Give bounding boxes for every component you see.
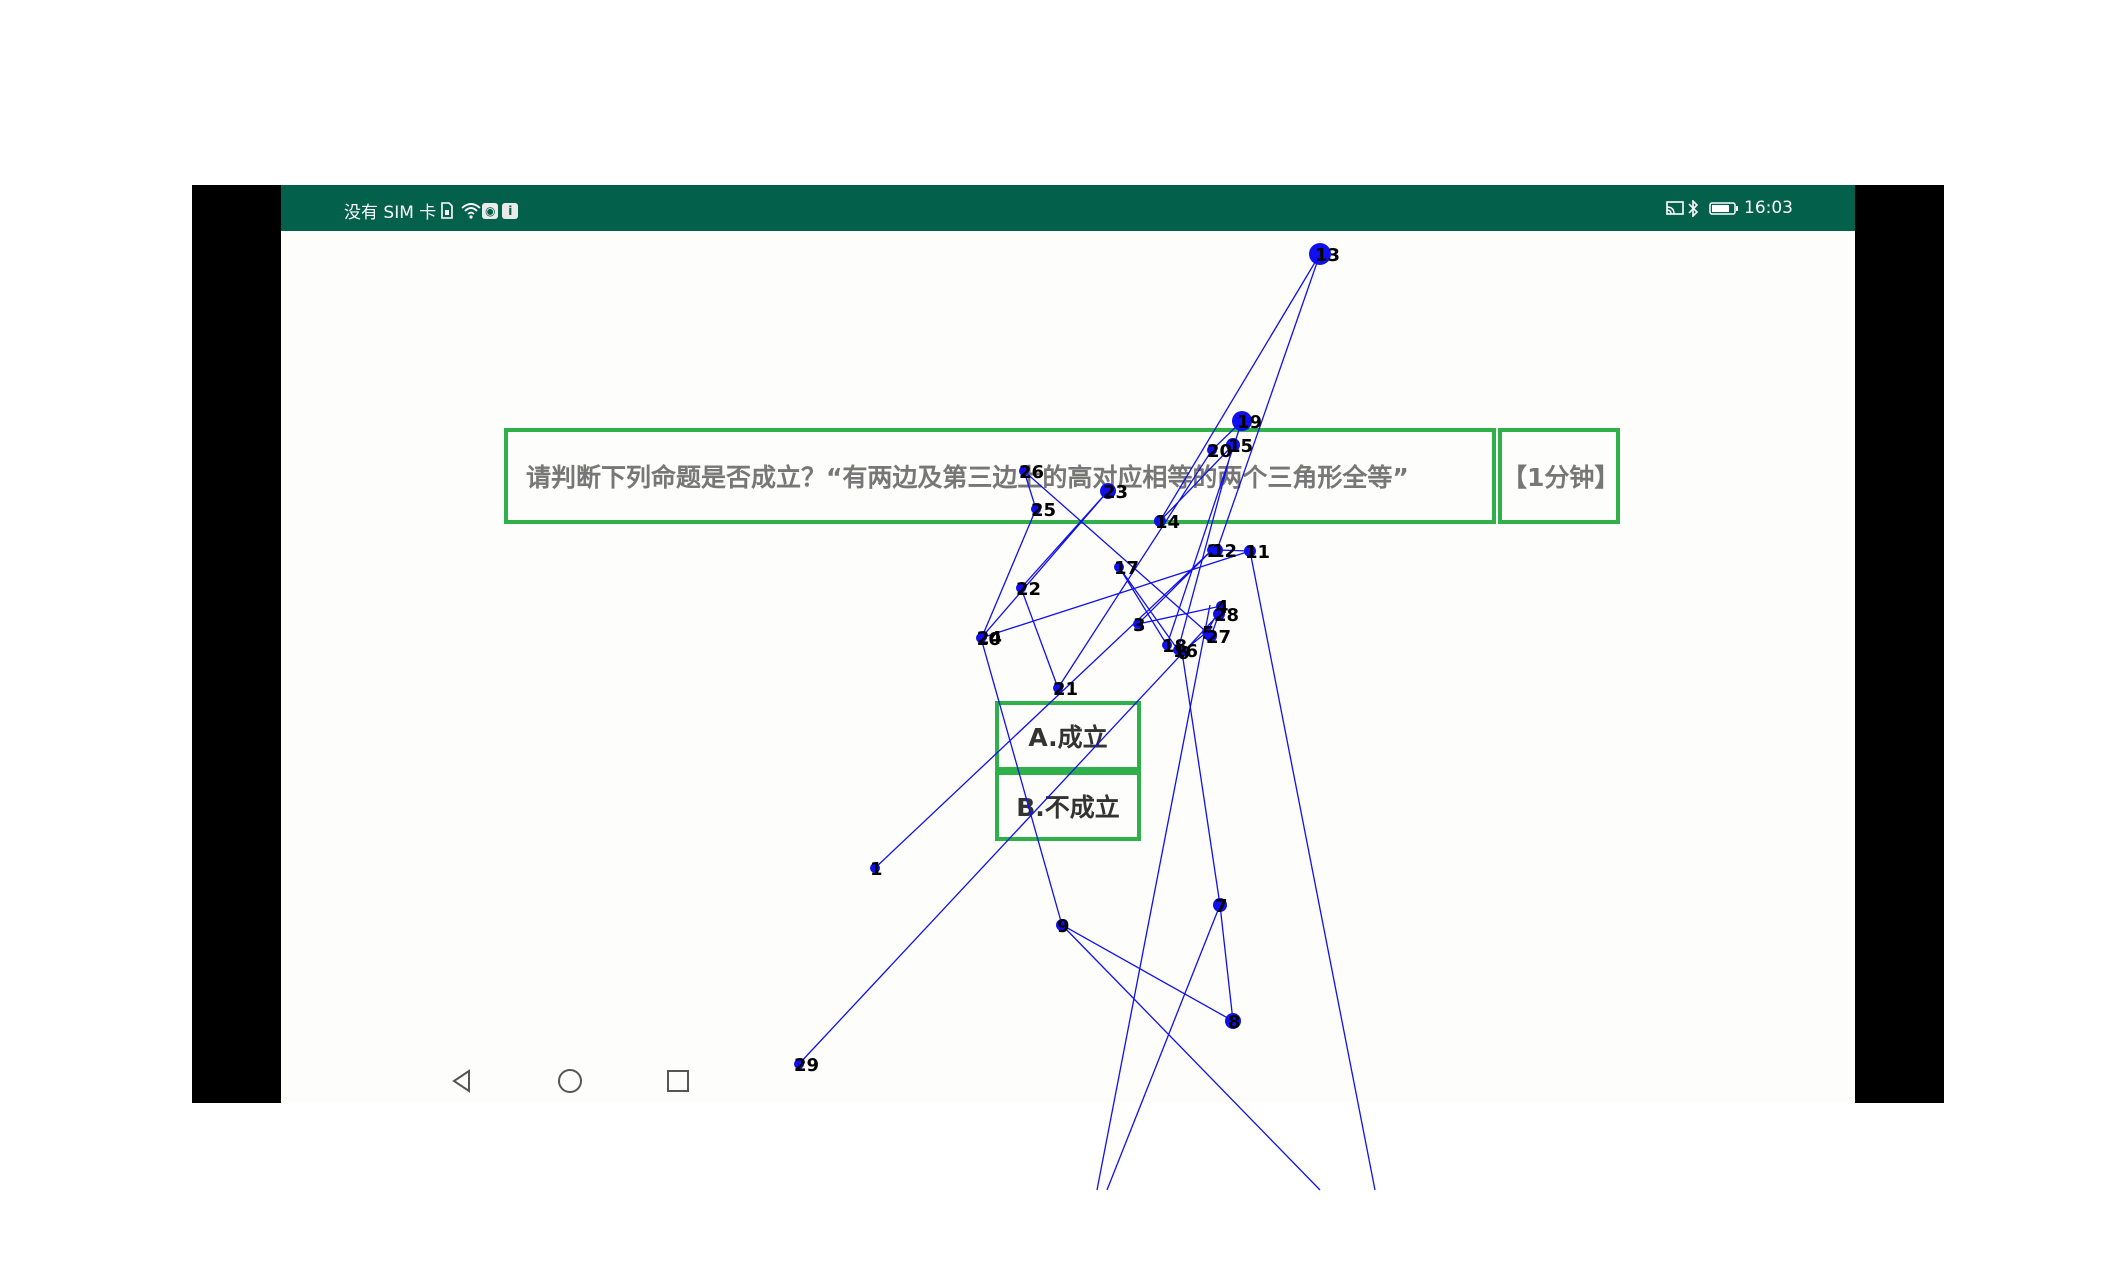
time-limit-box: 【1分钟】 (1498, 428, 1620, 524)
option-a-label: A.成立 (1028, 723, 1108, 752)
sim-card-icon (440, 202, 457, 219)
option-b-button[interactable]: B.不成立 (995, 771, 1141, 841)
device-frame: 没有 SIM 卡 ◉ i 16:03 请判断下列命题是否成立？“有两边及第三边上… (192, 185, 1944, 1103)
status-right: 16:03 (1665, 198, 1793, 218)
option-b-label: B.不成立 (1016, 793, 1120, 822)
navigation-bar (281, 1055, 1855, 1103)
status-time: 16:03 (1744, 198, 1793, 218)
status-left: 没有 SIM 卡 ◉ i (344, 198, 519, 223)
app-screen: 没有 SIM 卡 ◉ i 16:03 请判断下列命题是否成立？“有两边及第三边上… (281, 185, 1855, 1103)
cast-icon (1665, 200, 1684, 217)
page: 没有 SIM 卡 ◉ i 16:03 请判断下列命题是否成立？“有两边及第三边上… (0, 0, 2120, 1280)
bluetooth-icon (1687, 199, 1704, 217)
message-notification-icon: i (502, 202, 519, 219)
question-text-box: 请判断下列命题是否成立？“有两边及第三边上的高对应相等的两个三角形全等” (504, 428, 1496, 524)
option-a-button[interactable]: A.成立 (995, 701, 1141, 771)
question-text: 请判断下列命题是否成立？“有两边及第三边上的高对应相等的两个三角形全等” (526, 463, 1409, 492)
status-bar: 没有 SIM 卡 ◉ i 16:03 (281, 185, 1855, 231)
wifi-icon (461, 202, 481, 219)
time-limit-label: 【1分钟】 (1502, 463, 1620, 492)
back-triangle-icon[interactable] (448, 1067, 476, 1095)
carrier-label: 没有 SIM 卡 (344, 203, 437, 223)
battery-icon (1709, 200, 1739, 217)
app-notification-icon: ◉ (482, 202, 499, 219)
recents-square-icon[interactable] (664, 1067, 692, 1095)
home-circle-icon[interactable] (556, 1067, 584, 1095)
